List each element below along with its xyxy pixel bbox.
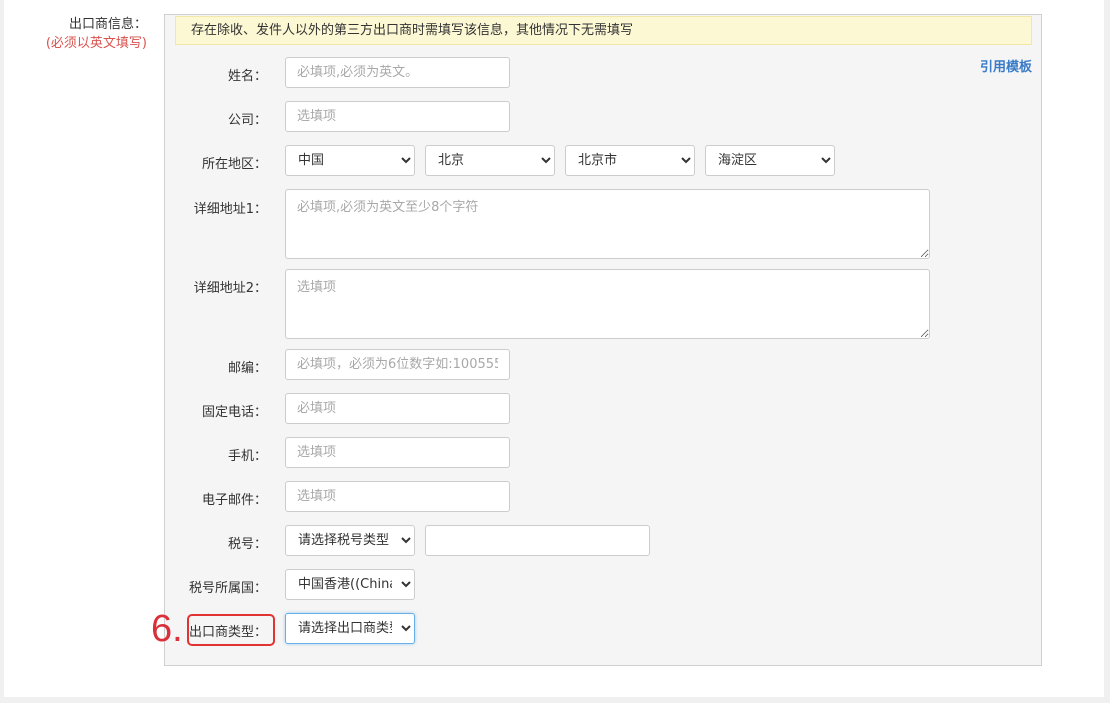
name-input[interactable] (285, 57, 510, 88)
step-number-annotation: 6. (151, 608, 183, 650)
use-template-link[interactable]: 引用模板 (980, 56, 1032, 75)
mobile-input[interactable] (285, 437, 510, 468)
address2-textarea[interactable] (285, 269, 930, 339)
postcode-input[interactable] (285, 349, 510, 380)
tax-id-input[interactable] (425, 525, 650, 556)
address1-label: 详细地址1： (193, 202, 267, 217)
name-label: 姓名： (227, 69, 267, 84)
section-english-note: (必须以英文填写) (45, 36, 147, 51)
phone-label: 固定电话： (201, 405, 267, 420)
email-input[interactable] (285, 481, 510, 512)
country-select[interactable]: 中国 (285, 145, 415, 176)
third-party-notice: 存在除收、发件人以外的第三方出口商时需填写该信息，其他情况下无需填写 (175, 16, 1032, 45)
company-label: 公司： (227, 113, 267, 128)
exporter-section-label: 出口商信息： (必须以英文填写) (46, 15, 147, 53)
tax-id-type-select[interactable]: 请选择税号类型 (285, 525, 415, 556)
exporter-type-highlight-box (187, 614, 275, 646)
region-label: 所在地区： (201, 157, 267, 172)
district-select[interactable]: 海淀区 (705, 145, 835, 176)
postcode-label: 邮编： (227, 361, 267, 376)
section-title: 出口商信息： (68, 17, 147, 32)
company-input[interactable] (285, 101, 510, 132)
city-select[interactable]: 北京市 (565, 145, 695, 176)
exporter-type-select[interactable]: 请选择出口商类型 (285, 613, 415, 644)
mobile-label: 手机： (227, 449, 267, 464)
address2-label: 详细地址2： (193, 281, 267, 296)
tax-country-label: 税号所属国： (188, 581, 267, 596)
tax-country-select[interactable]: 中国香港((China (285, 569, 415, 600)
province-select[interactable]: 北京 (425, 145, 555, 176)
email-label: 电子邮件： (201, 493, 267, 508)
address1-textarea[interactable] (285, 189, 930, 259)
phone-input[interactable] (285, 393, 510, 424)
tax-id-label: 税号： (227, 537, 267, 552)
